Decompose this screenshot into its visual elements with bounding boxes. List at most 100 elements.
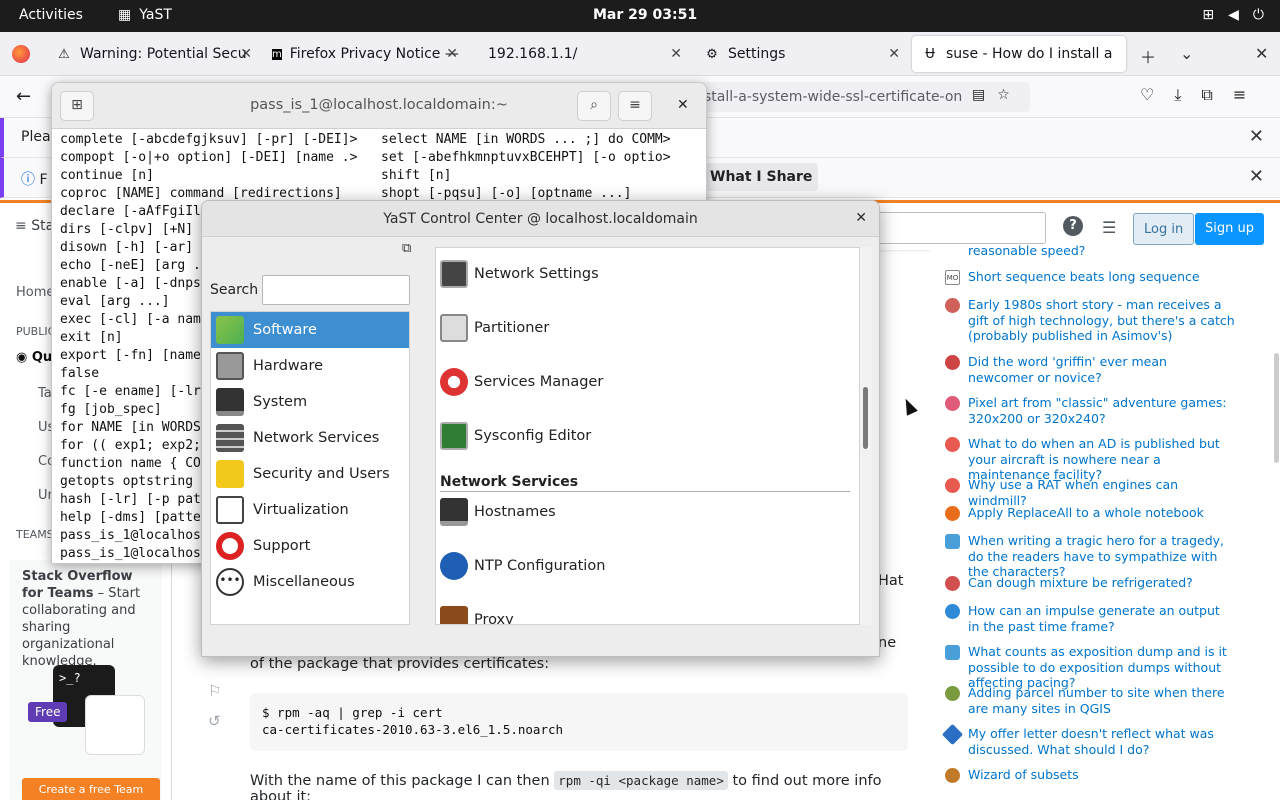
activities-button[interactable]: Activities	[19, 7, 83, 23]
menu-hamburger-icon[interactable]: ≡	[618, 91, 652, 121]
module-hostnames[interactable]: Hostnames	[440, 498, 556, 526]
system-tray[interactable]: ⊞ ◀ ⏻	[1202, 7, 1264, 23]
firefox-icon[interactable]	[12, 45, 30, 63]
close-icon[interactable]: ✕	[670, 46, 682, 62]
search-icon[interactable]: ⌕	[577, 91, 611, 121]
category-hardware[interactable]: Hardware	[211, 348, 409, 384]
module-services-manager[interactable]: Services Manager	[440, 368, 603, 396]
hot-question-item[interactable]: Pixel art from "classic" adventure games…	[945, 395, 1235, 426]
menu-hamburger-icon[interactable]: ≡	[1233, 85, 1246, 105]
tab-list-chevron-down-icon[interactable]: ⌄	[1180, 44, 1193, 63]
hot-question-item[interactable]: Can dough mixture be refrigerated?	[945, 575, 1235, 591]
inline-code: rpm -qi <package name>	[554, 771, 728, 790]
module-ntp-configuration[interactable]: NTP Configuration	[440, 552, 605, 580]
terminal-titlebar[interactable]: ⊞ pass_is_1@localhost.localdomain:~ ⌕ ≡ …	[52, 83, 706, 129]
terminal-line: complete [-abcdefgjksuv] [-pr] [-DEI]>	[60, 132, 358, 147]
close-icon[interactable]: ✕	[1249, 166, 1264, 187]
terminal-line: select NAME [in WORDS ... ;] do COMM>	[381, 132, 671, 147]
bookmark-star-icon[interactable]: ☆	[997, 87, 1010, 103]
post-text-fragment: Hat	[878, 573, 904, 589]
sidebar-item-questions[interactable]: ◉ Qu	[16, 350, 52, 365]
back-arrow-icon[interactable]: ←	[16, 86, 31, 107]
close-icon[interactable]: ✕	[855, 210, 867, 226]
tab-privacy-notice[interactable]: m Firefox Privacy Notice — ✕	[262, 36, 466, 72]
module-partitioner[interactable]: Partitioner	[440, 314, 549, 342]
hot-question-item[interactable]: Adding parcel number to site when there …	[945, 685, 1235, 716]
hot-question-item[interactable]: Why use a RAT when engines can windmill?	[945, 477, 1235, 508]
site-search-input[interactable]	[870, 212, 1046, 244]
category-security-users[interactable]: Security and Users	[211, 456, 409, 492]
hot-question-item[interactable]: reasonable speed?	[945, 243, 1235, 259]
category-support[interactable]: Support	[211, 528, 409, 564]
sidebar-item-tags[interactable]: Ta	[38, 386, 52, 401]
page-scrollbar[interactable]	[1274, 353, 1279, 463]
category-miscellaneous[interactable]: ••• Miscellaneous	[211, 564, 409, 600]
help-icon[interactable]: ?	[1063, 216, 1083, 236]
site-favicon-icon	[945, 686, 960, 701]
clock[interactable]: Mar 29 03:51	[593, 7, 697, 23]
tab-settings[interactable]: ⚙ Settings ✕	[694, 36, 908, 72]
module-scrollbar[interactable]	[860, 247, 872, 625]
lifebuoy-icon	[216, 532, 244, 560]
history-icon[interactable]: ↺	[208, 712, 221, 730]
hot-question-item[interactable]: Early 1980s short story - man receives a…	[945, 297, 1235, 344]
hot-question-item[interactable]: How can an impulse generate an output in…	[945, 603, 1235, 634]
tab-suse-question[interactable]: Ʉ suse - How do I install a	[912, 36, 1126, 72]
hot-question-item[interactable]: Apply ReplaceAll to a whole notebook	[945, 505, 1235, 521]
hot-question-item[interactable]: What to do when an AD is published but y…	[945, 436, 1235, 483]
pocket-icon[interactable]: ♡	[1140, 85, 1154, 105]
signup-button[interactable]: Sign up	[1195, 213, 1264, 245]
hot-question-item[interactable]: My offer letter doesn't reflect what was…	[941, 723, 1235, 757]
site-favicon-icon	[945, 478, 960, 493]
bookmark-icon[interactable]: ⚐	[208, 682, 221, 700]
downloads-icon[interactable]: ⤓	[1174, 85, 1181, 105]
terminal-line: shift [n]	[381, 168, 452, 183]
close-icon[interactable]: ✕	[888, 46, 900, 62]
hot-question-item[interactable]: Did the word 'griffin' ever mean newcome…	[945, 354, 1235, 385]
extensions-icon[interactable]: ⧉	[1201, 85, 1212, 105]
hot-question-item[interactable]: Wizard of subsets	[945, 767, 1235, 783]
yast-titlebar[interactable]: YaST Control Center @ localhost.localdom…	[202, 201, 879, 237]
power-icon: ⏻	[1252, 7, 1264, 23]
window-close-icon[interactable]: ✕	[1255, 44, 1268, 63]
sysconfig-icon	[440, 422, 468, 450]
what-i-share-button[interactable]: What I Share	[704, 163, 819, 191]
category-software[interactable]: Software	[211, 312, 409, 348]
reader-view-icon[interactable]: ▤	[972, 87, 985, 103]
search-input[interactable]	[262, 275, 410, 305]
hot-question-item[interactable]: MO Short sequence beats long sequence	[945, 269, 1235, 285]
close-icon[interactable]: ✕	[677, 97, 689, 113]
close-icon[interactable]: ✕	[240, 46, 252, 62]
inbox-icon[interactable]: ☰	[1102, 218, 1116, 237]
rocket-icon	[440, 368, 468, 396]
site-favicon-icon	[945, 437, 960, 452]
tab-warning[interactable]: ⚠ Warning: Potential Secu ✕	[46, 36, 260, 72]
new-tab-button[interactable]: ＋	[1140, 44, 1156, 68]
category-network-services[interactable]: Network Services	[211, 420, 409, 456]
sidebar-item-home[interactable]: Home	[16, 285, 54, 300]
hamburger-menu-icon[interactable]: ≡	[15, 218, 27, 234]
close-icon[interactable]: ✕	[446, 46, 458, 62]
module-network-settings[interactable]: Network Settings	[440, 260, 599, 288]
login-button[interactable]: Log in	[1133, 213, 1195, 245]
app-menu[interactable]: ▦ YaST	[118, 7, 172, 23]
yast-window: YaST Control Center @ localhost.localdom…	[201, 200, 880, 657]
mozilla-icon: m	[272, 48, 282, 60]
category-system[interactable]: System	[211, 384, 409, 420]
app-name: YaST	[139, 7, 172, 23]
warning-icon: ⚠	[58, 46, 70, 62]
hot-question-item[interactable]: When writing a tragic hero for a tragedy…	[945, 533, 1235, 580]
tab-router[interactable]: 192.168.1.1/ ✕	[478, 36, 690, 72]
terminal-line: compopt [-o|+o option] [-DEI] [name .>	[60, 150, 358, 165]
close-icon[interactable]: ✕	[1249, 126, 1264, 147]
hot-question-item[interactable]: What counts as exposition dump and is it…	[945, 644, 1235, 691]
post-text-fragment: ne	[878, 635, 897, 651]
category-virtualization[interactable]: Virtualization	[211, 492, 409, 528]
post-paragraph: of the package that provides certificate…	[250, 656, 550, 672]
scrollbar-thumb[interactable]	[863, 387, 868, 449]
module-proxy[interactable]: Proxy	[440, 606, 514, 624]
module-sysconfig-editor[interactable]: Sysconfig Editor	[440, 422, 591, 450]
hot-network-questions: reasonable speed? MO Short sequence beats…	[930, 243, 1280, 800]
restore-icon[interactable]: ⧉	[402, 241, 411, 256]
create-team-button[interactable]: Create a free Team	[22, 778, 160, 800]
